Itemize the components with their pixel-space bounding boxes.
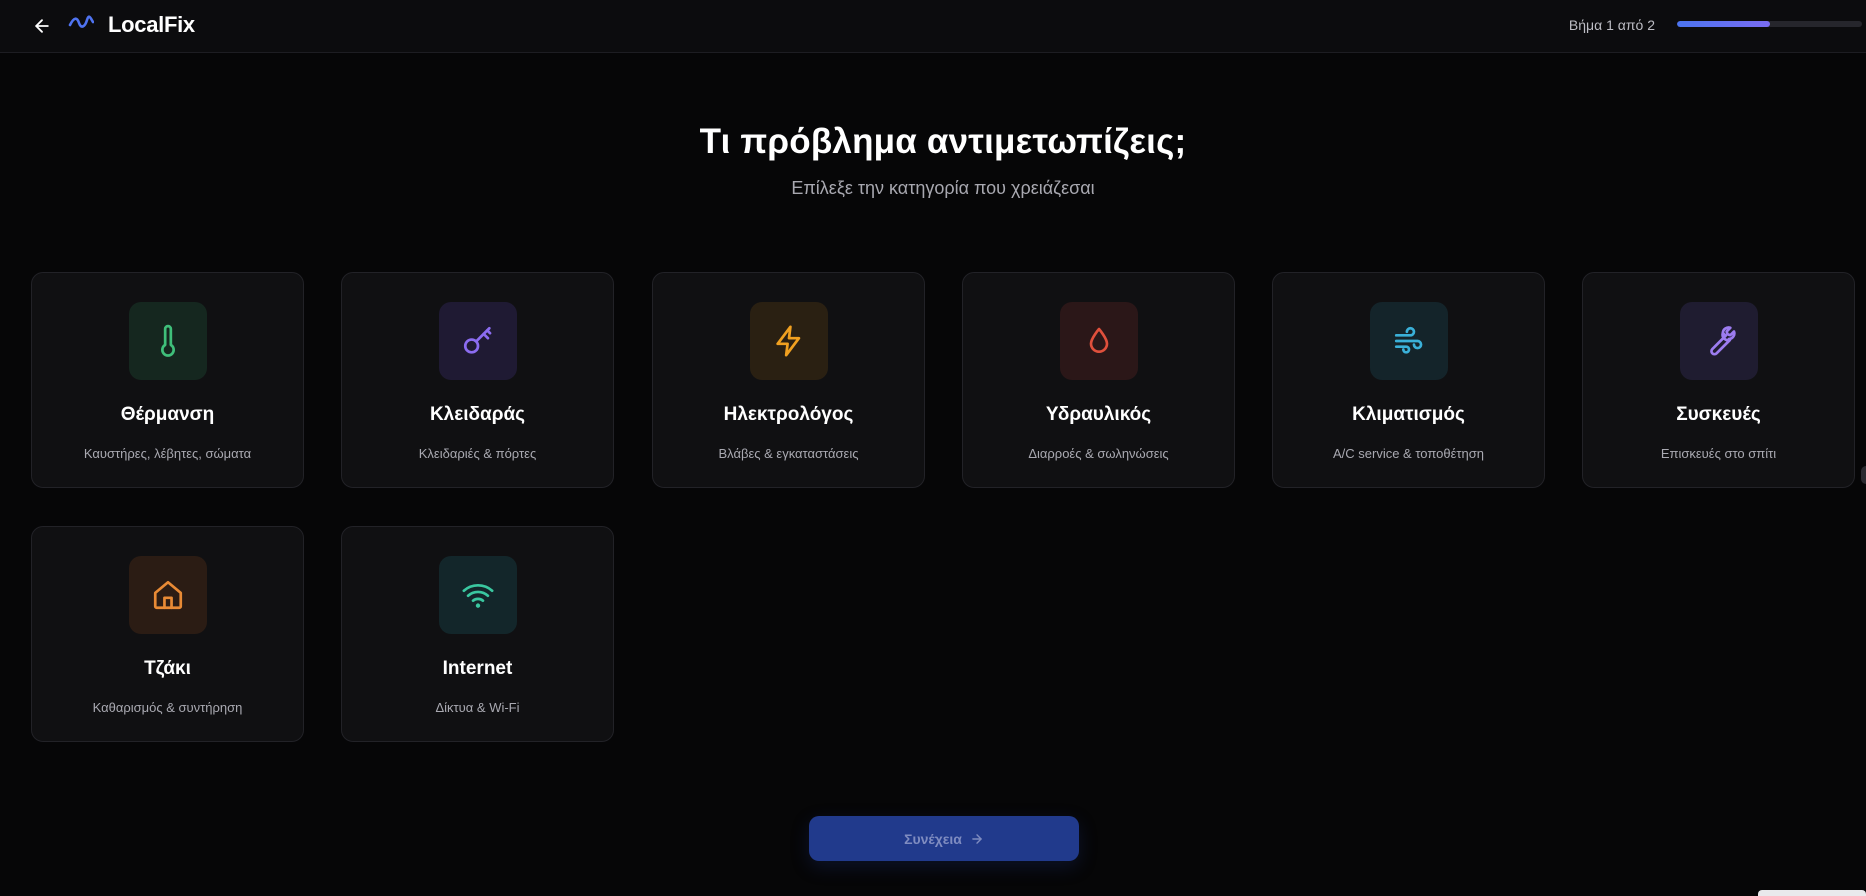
category-card-appliances[interactable]: Συσκευές Επισκευές στο σπίτι: [1582, 272, 1855, 488]
scroll-edge-handle: [1861, 466, 1866, 484]
step-indicator: Βήμα 1 από 2: [1568, 17, 1655, 33]
icon-box: [439, 302, 517, 380]
category-card-air-conditioning[interactable]: Κλιματισμός A/C service & τοποθέτηση: [1272, 272, 1545, 488]
wifi-icon: [462, 584, 494, 608]
progress-bar-fill: [1677, 21, 1770, 27]
icon-box: [1680, 302, 1758, 380]
logo-wave-icon: [68, 15, 94, 28]
category-description: A/C service & τοποθέτηση: [1332, 446, 1484, 461]
lightning-icon: [776, 325, 801, 357]
category-description: Βλάβες & εγκαταστάσεις: [718, 446, 859, 461]
icon-box: [1060, 302, 1138, 380]
category-title: Υδραυλικός: [1045, 404, 1152, 425]
water-drop-icon: [1089, 327, 1109, 353]
category-description: Καθαρισμός & συντήρηση: [92, 700, 243, 715]
arrow-left-icon: [35, 19, 49, 33]
category-card-locksmith[interactable]: Κλειδαράς Κλειδαριές & πόρτες: [341, 272, 614, 488]
category-card-fireplace[interactable]: Τζάκι Καθαρισμός & συντήρηση: [31, 526, 304, 742]
key-icon: [463, 326, 492, 354]
icon-box: [1370, 302, 1448, 380]
continue-button[interactable]: Συνέχεια: [809, 816, 1079, 861]
category-description: Κλειδαριές & πόρτες: [418, 446, 537, 461]
icon-box: [750, 302, 828, 380]
back-button[interactable]: [28, 12, 56, 40]
icon-box: [439, 556, 517, 634]
wind-icon: [1394, 326, 1423, 354]
top-bar: LocalFix Βήμα 1 από 2: [0, 0, 1866, 53]
category-description: Δίκτυα & Wi-Fi: [435, 700, 520, 715]
category-title: Θέρμανση: [120, 404, 215, 425]
arrow-right-icon: [972, 833, 982, 844]
continue-label: Συνέχεια: [904, 830, 962, 847]
category-description: Καυστήρες, λέβητες, σώματα: [83, 446, 252, 461]
thermometer-icon: [161, 324, 175, 357]
category-description: Διαρροές & σωληνώσεις: [1028, 446, 1169, 461]
category-card-heating[interactable]: Θέρμανση Καυστήρες, λέβητες, σώματα: [31, 272, 304, 488]
page-subtitle: Επίλεξε την κατηγορία που χρειάζεσαι: [791, 178, 1095, 198]
category-card-plumber[interactable]: Υδραυλικός Διαρροές & σωληνώσεις: [962, 272, 1235, 488]
category-card-electrician[interactable]: Ηλεκτρολόγος Βλάβες & εγκαταστάσεις: [652, 272, 925, 488]
category-title: Συσκευές: [1676, 404, 1761, 425]
corner-overlay: [1758, 890, 1866, 896]
category-title: Τζάκι: [144, 658, 191, 679]
category-title: Internet: [442, 658, 513, 679]
icon-box: [129, 302, 207, 380]
page-title: Τι πρόβλημα αντιμετωπίζεις;: [699, 122, 1187, 161]
category-title: Κλειδαράς: [429, 404, 526, 425]
house-icon: [153, 580, 183, 610]
category-title: Κλιματισμός: [1352, 404, 1465, 425]
category-description: Επισκευές στο σπίτι: [1660, 446, 1777, 461]
brand-name[interactable]: LocalFix: [108, 12, 195, 38]
category-card-internet[interactable]: Internet Δίκτυα & Wi-Fi: [341, 526, 614, 742]
progress-bar: [1677, 21, 1862, 27]
category-title: Ηλεκτρολόγος: [723, 404, 854, 425]
icon-box: [129, 556, 207, 634]
wrench-icon: [1710, 326, 1736, 356]
